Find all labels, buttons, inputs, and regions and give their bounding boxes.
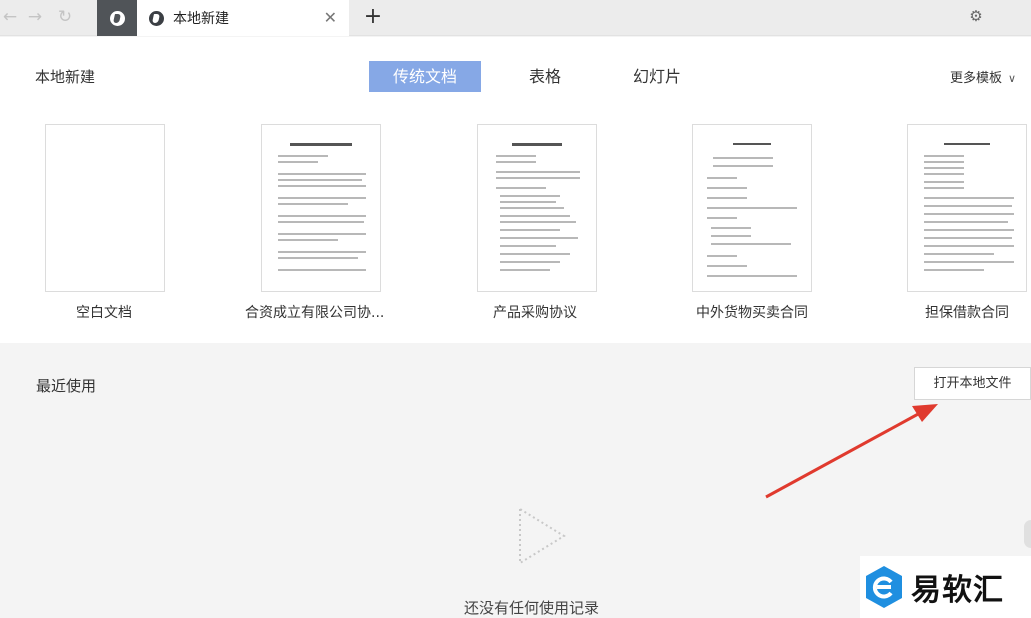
- app-logo-icon: [109, 10, 125, 26]
- plus-icon[interactable]: +: [362, 5, 384, 29]
- tab-traditional-doc[interactable]: 传统文档: [369, 61, 481, 92]
- template-label: 空白文档: [76, 305, 132, 321]
- template-card[interactable]: 中外货物买卖合同: [692, 124, 812, 321]
- refresh-icon[interactable]: ↻: [55, 7, 75, 27]
- tab-logo-icon: [149, 10, 164, 26]
- template-card[interactable]: 合资成立有限公司协...: [245, 124, 384, 321]
- close-icon[interactable]: ✕: [324, 9, 337, 27]
- template-card[interactable]: 产品采购协议: [477, 124, 597, 321]
- template-label: 中外货物买卖合同: [696, 305, 808, 321]
- template-thumbnail: [45, 124, 165, 292]
- app-window: ← → ↻ 本地新建 ✕ + ⚙ 本地新建 传统文档 表格 幻灯片 更多模板 ∨ …: [0, 0, 1031, 618]
- recent-section-title: 最近使用: [36, 377, 97, 395]
- template-thumbnail: [907, 124, 1027, 292]
- template-label: 产品采购协议: [493, 305, 577, 321]
- back-icon[interactable]: ←: [0, 7, 20, 27]
- more-templates-dropdown[interactable]: 更多模板 ∨: [950, 67, 1016, 86]
- watermark-logo-icon: [866, 566, 902, 608]
- template-thumbnail: [692, 124, 812, 292]
- chevron-down-icon: ∨: [1008, 72, 1017, 85]
- tab-spreadsheet[interactable]: 表格: [510, 61, 580, 92]
- template-thumbnail: [477, 124, 597, 292]
- gear-icon[interactable]: ⚙: [966, 6, 986, 26]
- app-home-tab[interactable]: [97, 0, 137, 36]
- forward-icon[interactable]: →: [25, 7, 45, 27]
- template-label: 合资成立有限公司协...: [245, 305, 385, 321]
- play-icon: [519, 507, 566, 565]
- open-local-file-button[interactable]: 打开本地文件: [914, 367, 1031, 400]
- watermark-text: 易软汇: [911, 573, 1004, 608]
- watermark: 易软汇: [860, 556, 1031, 618]
- template-thumbnail: [261, 124, 381, 292]
- template-label: 担保借款合同: [925, 305, 1009, 321]
- tab-local-new[interactable]: 本地新建 ✕: [137, 0, 349, 36]
- template-card[interactable]: 空白文档: [45, 124, 165, 321]
- new-document-panel: 本地新建 传统文档 表格 幻灯片 更多模板 ∨ 空白文档 合资成立有限公司协..…: [0, 37, 1031, 343]
- template-card[interactable]: 担保借款合同: [907, 124, 1027, 321]
- side-handle[interactable]: [1024, 520, 1031, 548]
- tab-title: 本地新建: [173, 11, 229, 27]
- empty-recent-message: 还没有任何使用记录: [464, 599, 600, 617]
- more-templates-label: 更多模板: [950, 71, 1003, 86]
- section-title: 本地新建: [35, 68, 96, 86]
- tab-bar: ← → ↻ 本地新建 ✕ + ⚙: [0, 0, 1031, 36]
- tab-slides[interactable]: 幻灯片: [620, 61, 694, 92]
